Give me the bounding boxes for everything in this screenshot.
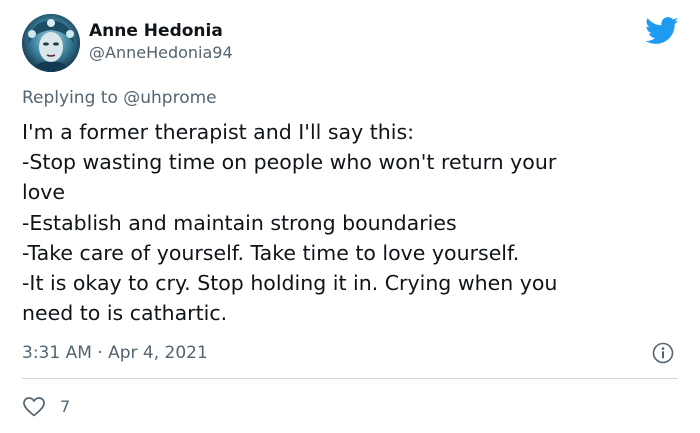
tweet-text-line: -Establish and maintain strong boundarie… [22, 210, 457, 235]
replying-to-line: Replying to @uhprome [22, 86, 217, 110]
tweet-text-line: -Stop wasting time on people who won't r… [22, 150, 557, 175]
author-block: Anne Hedonia @AnneHedonia94 [89, 20, 233, 64]
tweet-timestamp[interactable]: 3:31 AM · Apr 4, 2021 [22, 342, 208, 364]
divider [22, 378, 678, 379]
tweet-text-line: -It is okay to cry. Stop holding it in. … [22, 271, 558, 296]
replying-to-label: Replying to [22, 88, 118, 108]
replying-to-handle[interactable]: @uhprome [123, 88, 216, 108]
tweet-text-line: -Take care of yourself. Take time to lov… [22, 240, 520, 265]
like-count: 7 [60, 397, 71, 416]
avatar-image [22, 14, 80, 72]
tweet-text: I'm a former therapist and I'll say this… [22, 117, 682, 328]
tweet-text-line: love [22, 180, 65, 205]
tweet-card: Anne Hedonia @AnneHedonia94 Replying to … [0, 0, 700, 433]
info-icon-svg [652, 342, 674, 364]
tweet-text-line: I'm a former therapist and I'll say this… [22, 120, 415, 144]
avatar[interactable] [22, 14, 80, 72]
author-handle[interactable]: @AnneHedonia94 [89, 42, 233, 64]
heart-icon-svg [23, 397, 45, 417]
author-display-name[interactable]: Anne Hedonia [89, 20, 233, 42]
twitter-bird-icon[interactable] [645, 17, 679, 45]
info-icon[interactable] [652, 342, 674, 364]
heart-icon[interactable] [22, 395, 46, 419]
twitter-bird-icon-svg [645, 17, 679, 44]
tweet-text-line: need to is cathartic. [22, 301, 228, 326]
